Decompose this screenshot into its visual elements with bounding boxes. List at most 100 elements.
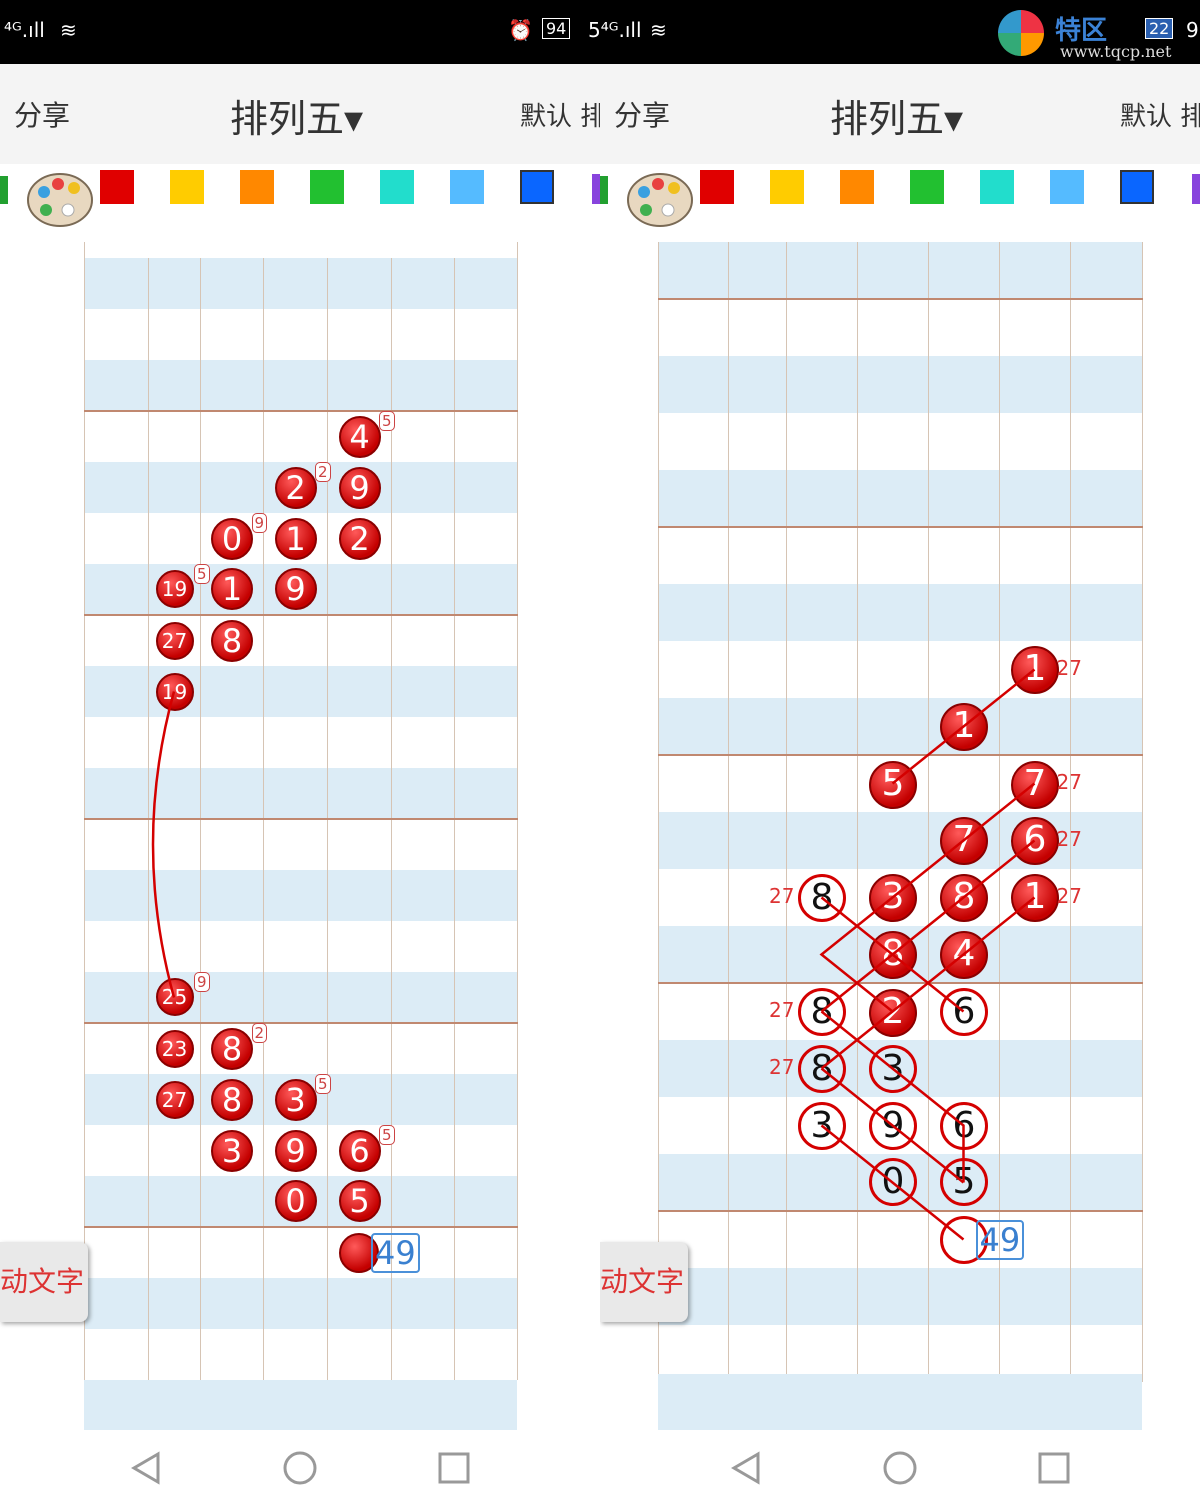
- sum-value: 27: [148, 1074, 201, 1125]
- digit-cell: [263, 1226, 328, 1278]
- swatch-yellow[interactable]: [770, 170, 804, 204]
- recent-apps-icon[interactable]: [438, 1452, 470, 1484]
- highlight-ball: 1: [1011, 874, 1059, 922]
- swatch-green[interactable]: [310, 170, 344, 204]
- swatch-green[interactable]: [910, 170, 944, 204]
- lottery-title-dropdown[interactable]: 排列五▾: [830, 88, 963, 143]
- digit-cell: [1070, 242, 1143, 299]
- home-icon[interactable]: [283, 1451, 317, 1485]
- issue-number: [84, 564, 149, 615]
- digit-cell: [999, 698, 1071, 755]
- table-row: [658, 584, 1143, 641]
- swatch-partial[interactable]: [0, 176, 8, 204]
- floating-text-button[interactable]: 动文字: [0, 1242, 88, 1322]
- digit-cell: [200, 666, 264, 717]
- home-icon[interactable]: [883, 1451, 917, 1485]
- repeat-note: 27: [1056, 655, 1082, 680]
- digit-cell: [999, 470, 1071, 527]
- digit-cell: [999, 413, 1071, 470]
- prediction-value: 49: [371, 1232, 420, 1273]
- table-row: [84, 1278, 518, 1329]
- digit-cell: [786, 926, 858, 983]
- digit-cell: [454, 1278, 518, 1329]
- palette-icon[interactable]: [624, 166, 694, 230]
- highlight-ball: 8: [211, 620, 253, 662]
- highlight-ring: 6: [940, 988, 988, 1036]
- issue-number: [658, 869, 729, 926]
- swatch-partial[interactable]: [600, 176, 608, 204]
- floating-text-button[interactable]: 动文字: [600, 1242, 688, 1322]
- swatch-red[interactable]: [100, 170, 134, 204]
- digit-cell: [454, 921, 518, 972]
- issue-number: [658, 242, 729, 299]
- digit-cell: [999, 982, 1071, 1040]
- digit-cell: [928, 356, 1000, 413]
- default-sort-button[interactable]: 默认 排: [520, 96, 600, 133]
- digit-cell: [928, 641, 1000, 698]
- default-sort-button[interactable]: 默认 排: [1120, 96, 1200, 133]
- digit-cell: [391, 1176, 455, 1227]
- highlight-ball: 6: [1011, 817, 1059, 865]
- swatch-cyan[interactable]: [380, 170, 414, 204]
- digit-cell: [391, 666, 455, 717]
- swatch-purple-partial[interactable]: [592, 174, 600, 204]
- digit-cell: [454, 410, 518, 462]
- top-bar: 分享 排列五▾ 默认 排: [0, 64, 600, 164]
- digit-cell: 3: [857, 869, 929, 926]
- digit-cell: [999, 1040, 1071, 1097]
- sum-value: [148, 1226, 201, 1278]
- back-icon[interactable]: [731, 1451, 760, 1485]
- highlight-ball: 25: [155, 978, 194, 1016]
- digit-cell: 8: [200, 1074, 264, 1125]
- digit-cell: [327, 309, 392, 360]
- digit-cell: [454, 309, 518, 360]
- highlight-ball: 2: [869, 988, 917, 1037]
- palette-icon[interactable]: [24, 166, 94, 230]
- digit-cell: [263, 870, 328, 921]
- digit-cell: [200, 258, 264, 309]
- sum-value: [728, 641, 787, 698]
- swatch-blue[interactable]: [1120, 170, 1154, 204]
- digit-cell: [327, 870, 392, 921]
- issue-number: [658, 413, 729, 470]
- recent-apps-icon[interactable]: [1038, 1452, 1070, 1484]
- digit-cell: [786, 526, 858, 584]
- digit-cell: [327, 768, 392, 819]
- issue-number: [84, 1176, 149, 1227]
- sum-value: [728, 812, 787, 869]
- sum-value: [728, 470, 787, 527]
- digit-cell: [786, 298, 858, 356]
- digit-cell: [327, 1278, 392, 1329]
- digit-cell: [263, 818, 328, 870]
- table-row: [84, 258, 518, 309]
- swatch-blue[interactable]: [520, 170, 554, 204]
- share-button[interactable]: 分享: [614, 94, 670, 134]
- table-row: 396: [658, 1097, 1143, 1154]
- digit-cell: [928, 1268, 1000, 1325]
- digit-cell: [999, 584, 1071, 641]
- digit-cell: [200, 818, 264, 870]
- table-row: [84, 309, 518, 360]
- swatch-orange[interactable]: [840, 170, 874, 204]
- digit-cell: [327, 1329, 392, 1380]
- swatch-red[interactable]: [700, 170, 734, 204]
- lottery-title-dropdown[interactable]: 排列五▾: [230, 88, 363, 143]
- swatch-purple-partial[interactable]: [1192, 174, 1200, 204]
- digit-cell: 6: [928, 1097, 1000, 1154]
- digit-cell: [1070, 982, 1143, 1040]
- back-icon[interactable]: [131, 1451, 160, 1485]
- swatch-light-blue[interactable]: [450, 170, 484, 204]
- table-row: [84, 870, 518, 921]
- swatch-orange[interactable]: [240, 170, 274, 204]
- swatch-cyan[interactable]: [980, 170, 1014, 204]
- digit-cell: [200, 921, 264, 972]
- table-row: 19 1 9: [84, 564, 518, 615]
- miss-count-tag: 2: [315, 461, 331, 482]
- digit-cell: [391, 410, 455, 462]
- swatch-light-blue[interactable]: [1050, 170, 1084, 204]
- sum-value: [728, 413, 787, 470]
- swatch-yellow[interactable]: [170, 170, 204, 204]
- table-row: [84, 1329, 518, 1380]
- share-button[interactable]: 分享: [14, 94, 70, 134]
- issue-number: [84, 1226, 149, 1278]
